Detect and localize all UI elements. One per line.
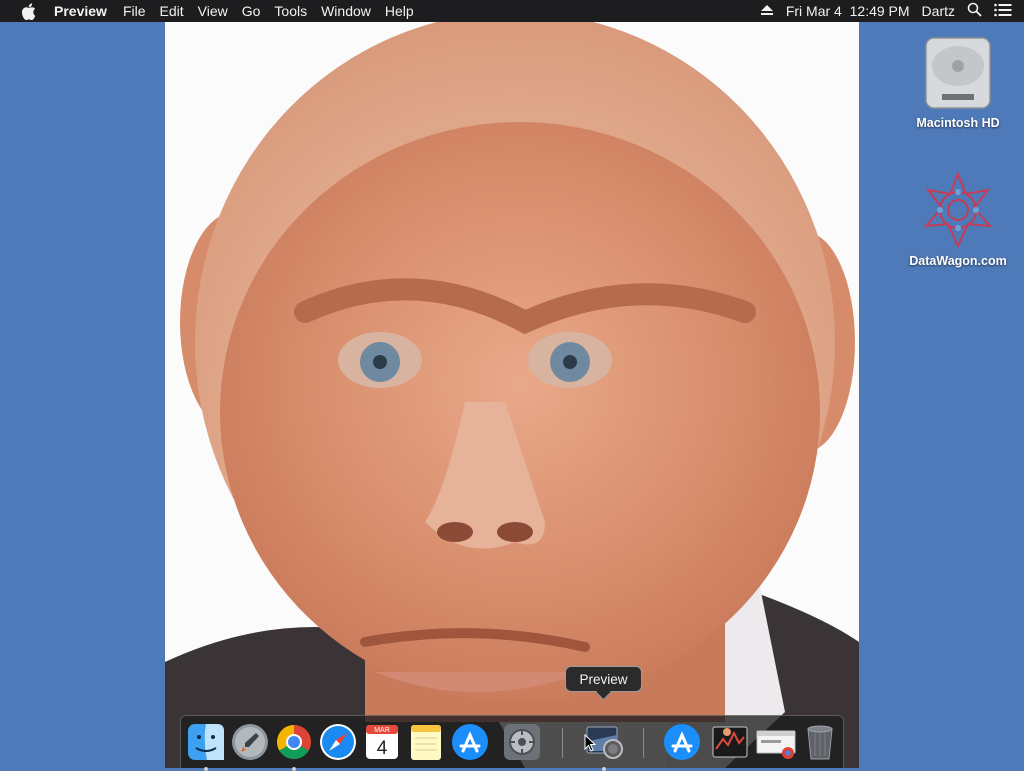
menu-go[interactable]: Go [242, 3, 261, 19]
menu-bar-items: Preview File Edit View Go Tools Window H… [54, 3, 428, 19]
apple-icon[interactable] [19, 2, 37, 20]
menu-help[interactable]: Help [385, 3, 414, 19]
system-preferences-icon [504, 724, 540, 760]
dock-item-app-store[interactable] [449, 721, 491, 763]
activity-monitor-icon [712, 726, 748, 758]
chrome-icon [277, 725, 311, 759]
notes-icon [411, 725, 441, 760]
clock[interactable]: Fri Mar 4 12:49 PM [786, 3, 910, 19]
menu-edit[interactable]: Edit [160, 3, 184, 19]
calendar-icon: MAR 4 [366, 725, 398, 759]
dock-item-launchpad[interactable] [229, 721, 271, 763]
finder-icon [188, 724, 224, 760]
dock-item-activity[interactable] [709, 721, 751, 763]
dock-item-chrome[interactable] [273, 721, 315, 771]
mouse-cursor-icon [584, 734, 596, 752]
menu-bar-status: Fri Mar 4 12:49 PM Dartz [748, 2, 1024, 20]
dock-item-system-preferences[interactable] [501, 721, 543, 763]
launchpad-icon [232, 724, 268, 760]
preview-image [165, 22, 859, 768]
dock-separator [562, 728, 563, 758]
dock: MAR 4 [180, 715, 844, 771]
notification-center-icon[interactable] [994, 3, 1012, 20]
dock-item-finder[interactable] [185, 721, 227, 771]
menu-bar: Preview File Edit View Go Tools Window H… [0, 0, 1024, 22]
trash-icon [807, 725, 833, 760]
app-store-icon [664, 724, 700, 760]
dock-separator [643, 728, 644, 758]
eject-icon[interactable] [760, 3, 774, 19]
hard-drive-icon [918, 32, 998, 112]
user-name[interactable]: Dartz [922, 3, 955, 19]
dock-item-safari[interactable] [317, 721, 359, 763]
menu-view[interactable]: View [198, 3, 228, 19]
desktop-icon-datawagon[interactable]: DataWagon.com [903, 170, 1013, 268]
dock-item-app-store-folder[interactable] [661, 721, 703, 763]
portrait-image [165, 22, 859, 768]
app-store-icon [452, 724, 488, 760]
desktop-icon-label: Macintosh HD [916, 116, 1000, 130]
desktop-icon-macintosh-hd[interactable]: Macintosh HD [903, 32, 1013, 130]
spotlight-search-icon[interactable] [967, 2, 982, 20]
chrome-document-icon [756, 730, 796, 759]
dock-item-trash[interactable] [799, 721, 841, 763]
menu-window[interactable]: Window [321, 3, 371, 19]
dock-item-calendar[interactable]: MAR 4 [361, 721, 403, 763]
menu-app-name[interactable]: Preview [54, 3, 107, 19]
calendar-month: MAR [374, 727, 390, 734]
desktop-icon-label: DataWagon.com [909, 254, 1007, 268]
menu-tools[interactable]: Tools [274, 3, 307, 19]
dock-item-chrome-document[interactable] [755, 721, 797, 763]
dock-item-notes[interactable] [405, 721, 447, 763]
calendar-day: 4 [377, 738, 388, 759]
datawagon-icon [918, 170, 998, 250]
safari-icon [320, 724, 356, 760]
dock-tooltip: Preview [565, 666, 642, 692]
menu-file[interactable]: File [123, 3, 146, 19]
